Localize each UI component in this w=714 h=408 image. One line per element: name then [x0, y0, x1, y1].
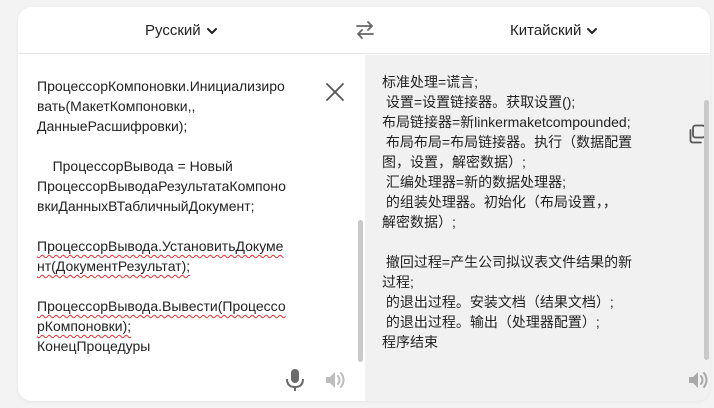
source-line: ПроцессорКомпоновки.Инициализиро: [37, 78, 285, 94]
translation-output: 标准处理=谎言; 设置=设置链接器。获取设置(); 布局链接器=新linkerma…: [382, 72, 664, 352]
translation-line: 撤回过程=产生公司拟议表文件结果的新: [382, 254, 633, 270]
source-line: ПроцессорВывода = Новый: [37, 158, 233, 174]
translation-line: 布局链接器=新linkermaketcompounded;: [382, 114, 631, 130]
translation-line: 的退出过程。输出（处理器配置）;: [382, 314, 600, 330]
source-language-select[interactable]: Русский: [145, 7, 218, 54]
source-line: ПроцессорВыводаРезультатаКомпоно: [37, 178, 286, 194]
translation-line: 解密数据）;: [382, 214, 456, 230]
translation-line: 图，设置，解密数据）;: [382, 154, 526, 170]
source-line: ПроцессорВывода.Вывести(Процессо: [37, 298, 286, 314]
speaker-icon[interactable]: [323, 368, 347, 392]
microphone-icon[interactable]: [284, 368, 306, 392]
chevron-down-icon: [206, 27, 217, 34]
close-icon[interactable]: [325, 82, 345, 102]
language-bar: Русский Китайский: [18, 7, 710, 54]
target-language-select[interactable]: Китайский: [510, 7, 598, 54]
translation-line: 的组装处理器。初始化（布局设置，，: [382, 194, 617, 210]
chevron-down-icon: [587, 27, 598, 34]
translation-line: 程序结束: [382, 334, 438, 350]
source-line: вать(МакетКомпоновки,,: [37, 98, 196, 114]
translation-line: 布局布局=布局链接器。执行（数据配置: [382, 134, 633, 150]
target-language-label: Китайский: [510, 22, 582, 39]
swap-arrows-icon[interactable]: [354, 19, 376, 41]
translation-line: [382, 232, 664, 252]
source-text-input[interactable]: ПроцессорКомпоновки.Инициализиро вать(Мак…: [37, 76, 312, 356]
source-scrollbar[interactable]: [358, 220, 363, 362]
target-pane: 标准处理=谎言; 设置=设置链接器。获取设置(); 布局链接器=新linkerma…: [365, 55, 710, 401]
translation-line: 的退出过程。安装文档（结果文档）;: [382, 294, 614, 310]
source-line: [37, 276, 312, 296]
source-pane: ПроцессорКомпоновки.Инициализиро вать(Мак…: [18, 55, 365, 401]
speaker-icon[interactable]: [686, 368, 710, 392]
translation-line: 过程;: [382, 274, 414, 290]
source-line: ДанныеРасшифровки);: [37, 118, 188, 134]
source-line: ПроцессорВывода.УстановитьДокуме: [37, 238, 284, 254]
translation-line: 标准处理=谎言;: [382, 74, 479, 90]
translation-line: 汇编处理器=新的数据处理器;: [382, 174, 566, 190]
source-line: [37, 136, 312, 156]
source-line: КонецПроцедуры: [37, 338, 151, 354]
source-line: вкиДанныхВТабличныйДокумент;: [37, 198, 255, 214]
translator-card: Русский Китайский ПроцессорКомпоновки.Ин…: [18, 7, 710, 401]
source-line: рКомпоновки);: [37, 318, 132, 334]
source-line: [37, 216, 312, 236]
translation-line: 设置=设置链接器。获取设置();: [382, 94, 576, 110]
source-line: нт(ДокументРезультат);: [37, 258, 191, 274]
source-language-label: Русский: [145, 22, 201, 39]
target-scrollbar[interactable]: [704, 100, 709, 360]
